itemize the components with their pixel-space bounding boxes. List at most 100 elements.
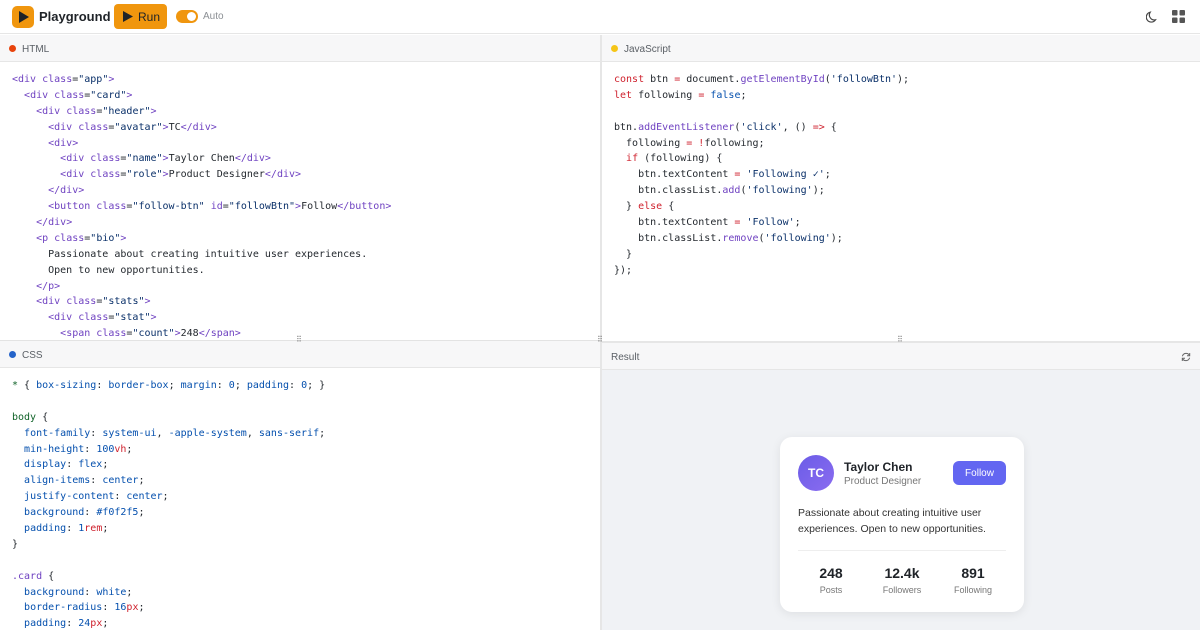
css-pane-header: CSS (0, 341, 600, 368)
code-token: addEventListener (638, 121, 735, 133)
code-token: white (96, 586, 127, 598)
code-token: : (84, 507, 97, 519)
code-token: <div (60, 169, 91, 181)
code-token: = (674, 74, 687, 85)
toolbar: Playground Run Auto (0, 0, 1200, 34)
code-line: </div> (12, 215, 391, 231)
code-token: { (48, 570, 55, 582)
code-token: 'following' (764, 232, 831, 244)
auto-run-toggle[interactable] (176, 10, 198, 23)
code-token: "app" (78, 74, 109, 85)
code-token: let (614, 89, 639, 101)
code-token: btn.classList. (614, 185, 723, 197)
code-token: background (24, 586, 85, 598)
code-token: 'followBtn' (830, 74, 898, 85)
follow-button[interactable]: Follow (953, 461, 1006, 485)
code-token: { (42, 411, 49, 423)
code-token: getElementById (740, 74, 825, 85)
code-line: * { box-sizing: border-box; margin: 0; p… (12, 378, 325, 394)
refresh-icon[interactable] (1181, 352, 1191, 362)
code-token: 16 (114, 602, 127, 614)
code-token: </div> (48, 185, 85, 197)
code-token: </span> (198, 328, 241, 340)
code-token: 'Following ✓' (746, 169, 825, 181)
code-token: TC (168, 121, 181, 133)
css-status-dot (9, 351, 16, 358)
code-line: btn.classList.remove('following'); (614, 231, 909, 247)
html-code-editor[interactable]: <div class="app"> <div class="card"> <di… (12, 72, 391, 340)
code-token: border-box (108, 380, 169, 391)
drag-handle-icon[interactable]: ⠿ (597, 336, 603, 344)
code-token: ; (102, 459, 109, 471)
html-status-dot (9, 45, 16, 52)
code-token: "avatar" (114, 121, 163, 133)
code-token: "header" (102, 105, 151, 117)
code-token: false (710, 89, 741, 101)
code-token: center (102, 475, 139, 487)
code-token: class (54, 89, 85, 101)
drag-handle-icon[interactable]: ⠿ (296, 336, 302, 344)
code-line: } (614, 247, 909, 263)
html-pane-title: HTML (22, 44, 50, 55)
code-token: const (614, 74, 651, 85)
code-token: ; (234, 380, 247, 391)
code-token: ; (319, 427, 326, 439)
code-token: <div (24, 89, 55, 101)
code-token: > (150, 312, 157, 324)
css-code-editor[interactable]: * { box-sizing: border-box; margin: 0; p… (12, 378, 325, 630)
code-token: </div> (264, 169, 302, 181)
code-line: <div class="stat"> (12, 310, 391, 326)
code-token: > (120, 232, 127, 244)
html-editor-pane: HTML <div class="app"> <div class="card"… (0, 35, 600, 340)
stat-label: Following (953, 585, 993, 595)
code-line: padding: 24px; (12, 616, 325, 630)
code-token: document. (686, 74, 741, 85)
drag-handle-icon[interactable]: ⠿ (897, 336, 903, 344)
javascript-code-editor[interactable]: const btn = document.getElementById('fol… (614, 72, 909, 279)
code-token: "stat" (114, 312, 151, 324)
code-token: "stats" (102, 296, 145, 308)
code-line: const btn = document.getElementById('fol… (614, 72, 909, 88)
auto-run-label: Auto (203, 11, 224, 22)
code-token: = (734, 217, 747, 229)
vertical-splitter[interactable] (600, 35, 602, 630)
code-line: } else { (614, 199, 909, 215)
code-token: class (54, 232, 85, 244)
code-token: remove (722, 232, 759, 244)
code-token: , () (782, 121, 813, 133)
code-token: class (96, 328, 127, 340)
code-line: background: white; (12, 585, 325, 601)
code-token: class (78, 121, 109, 133)
code-token: px (126, 602, 139, 614)
code-token: ; (126, 443, 133, 455)
code-token: #f0f2f5 (96, 507, 139, 519)
code-token: Passionate about creating intuitive user… (12, 248, 368, 260)
code-token: else (638, 201, 669, 213)
code-token: background (24, 507, 85, 519)
code-token: class (66, 105, 97, 117)
layout-grid-icon[interactable] (1172, 10, 1185, 23)
code-line: Passionate about creating intuitive user… (12, 247, 391, 263)
code-line: body { (12, 410, 325, 426)
code-token: : (90, 427, 103, 439)
run-button[interactable]: Run (114, 4, 167, 29)
javascript-status-dot (611, 45, 618, 52)
code-token: <div (48, 121, 79, 133)
code-line: btn.textContent = 'Follow'; (614, 215, 909, 231)
code-token: class (42, 74, 73, 85)
code-line: justify-content: center; (12, 489, 325, 505)
code-token: following (638, 89, 699, 101)
toggle-knob (187, 12, 196, 21)
moon-icon[interactable] (1146, 10, 1159, 23)
code-token: following; (704, 137, 765, 149)
result-pane-header: Result (602, 343, 1200, 370)
